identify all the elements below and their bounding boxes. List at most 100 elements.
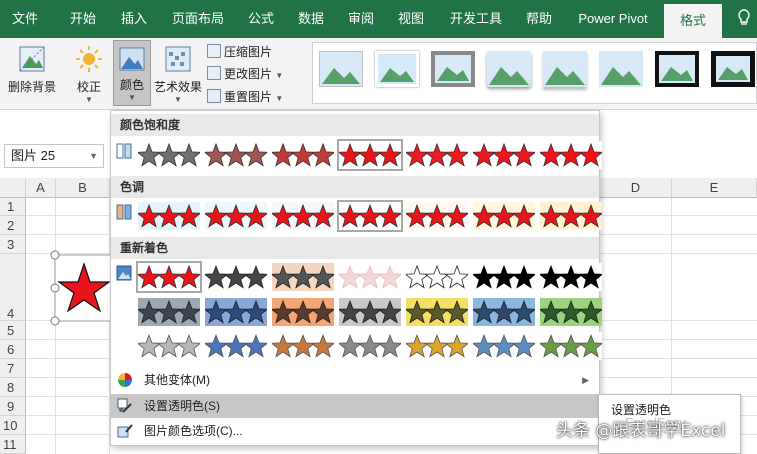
color-swatch[interactable] (473, 263, 535, 291)
color-swatch[interactable] (339, 298, 401, 326)
column-header[interactable]: E (672, 178, 757, 198)
color-button[interactable]: 颜色 ▼ (113, 40, 151, 106)
color-swatch[interactable] (205, 263, 267, 291)
color-swatch[interactable] (473, 298, 535, 326)
color-swatch[interactable] (540, 298, 602, 326)
tab-help[interactable]: 帮助 (518, 0, 560, 38)
row-header[interactable]: 7 (0, 359, 26, 378)
picture-styles-gallery (312, 42, 757, 104)
row-header[interactable]: 6 (0, 340, 26, 359)
color-swatch[interactable] (406, 332, 468, 360)
color-swatch[interactable] (406, 202, 468, 230)
name-box-value: 图片 25 (11, 148, 56, 163)
tab-developer[interactable]: 开发工具 (440, 0, 512, 38)
set-transparent-color-label: 设置透明色(S) (144, 399, 220, 413)
color-swatch[interactable] (473, 332, 535, 360)
column-header[interactable]: D (600, 178, 672, 198)
color-swatch[interactable] (473, 141, 535, 169)
color-swatch[interactable] (272, 332, 334, 360)
row-header[interactable]: 5 (0, 321, 26, 340)
picture-color-options-item[interactable]: 图片颜色选项(C)... (111, 419, 599, 443)
chevron-down-icon: ▼ (275, 94, 284, 103)
color-swatch[interactable] (138, 332, 200, 360)
row-header[interactable]: 11 (0, 435, 26, 454)
color-swatch[interactable] (337, 200, 403, 232)
ribbon-tab-bar: 文件 开始 插入 页面布局 公式 数据 审阅 视图 开发工具 帮助 Power … (0, 0, 757, 38)
picture-style-thumb[interactable] (487, 51, 531, 87)
artistic-effects-label: 艺术效果 (153, 80, 202, 94)
picture-style-thumb[interactable] (543, 51, 587, 87)
row-header[interactable]: 3 (0, 235, 26, 254)
color-swatch[interactable] (138, 298, 200, 326)
color-swatch[interactable] (406, 141, 468, 169)
reset-picture-button[interactable]: 重置图片 ▼ (207, 87, 283, 107)
color-swatch[interactable] (205, 298, 267, 326)
color-swatch[interactable] (540, 332, 602, 360)
color-swatch[interactable] (138, 202, 200, 230)
lightbulb-icon[interactable] (732, 0, 756, 38)
color-swatch[interactable] (138, 141, 200, 169)
tab-page-layout[interactable]: 页面布局 (164, 0, 232, 38)
color-swatch[interactable] (272, 263, 334, 291)
color-swatch[interactable] (339, 332, 401, 360)
color-swatch[interactable] (136, 261, 202, 293)
row-header[interactable]: 9 (0, 397, 26, 416)
picture-style-thumb[interactable] (711, 51, 755, 87)
picture-color-options-label: 图片颜色选项(C)... (144, 424, 243, 438)
row-header[interactable]: 4 (0, 254, 26, 321)
picture-style-thumb[interactable] (655, 51, 699, 87)
color-swatch[interactable] (540, 202, 602, 230)
tab-format[interactable]: 格式 (664, 4, 722, 38)
remove-background-icon (19, 46, 45, 72)
tab-file[interactable]: 文件 (0, 0, 50, 38)
tab-insert[interactable]: 插入 (112, 0, 156, 38)
color-label: 颜色 (119, 78, 144, 92)
color-swatch[interactable] (272, 141, 334, 169)
corrections-label: 校正 (76, 80, 101, 94)
more-variants-item[interactable]: 其他变体(M) ▶ (111, 368, 599, 392)
color-swatch[interactable] (337, 139, 403, 171)
tone-icon (116, 204, 132, 220)
color-swatch[interactable] (473, 202, 535, 230)
tab-review[interactable]: 审阅 (340, 0, 382, 38)
transparent-color-icon (117, 398, 132, 413)
color-swatch[interactable] (540, 263, 602, 291)
color-swatch[interactable] (272, 298, 334, 326)
ribbon-format: 删除背景 校正 ▼ 颜色 ▼ 艺术效果 ▼ 压缩图片 更改图片 ▼ 重置图片 ▼ (0, 38, 757, 110)
picture-style-thumb[interactable] (431, 51, 475, 87)
name-box[interactable]: 图片 25 ▼ (4, 144, 104, 168)
tab-data[interactable]: 数据 (290, 0, 332, 38)
row-header[interactable]: 8 (0, 378, 26, 397)
color-swatch[interactable] (205, 202, 267, 230)
picture-style-thumb[interactable] (319, 51, 363, 87)
tab-power-pivot[interactable]: Power Pivot (570, 0, 656, 38)
change-picture-label: 更改图片 (224, 67, 273, 81)
remove-background-button[interactable]: 删除背景 (2, 44, 62, 95)
tab-home[interactable]: 开始 (58, 0, 108, 38)
color-swatch[interactable] (339, 263, 401, 291)
color-swatch[interactable] (406, 263, 468, 291)
color-swatch[interactable] (540, 141, 602, 169)
column-header[interactable]: B (56, 178, 110, 198)
row-header[interactable]: 1 (0, 198, 26, 216)
color-swatch[interactable] (205, 141, 267, 169)
color-swatch[interactable] (272, 202, 334, 230)
row-header[interactable]: 10 (0, 416, 26, 435)
change-picture-icon (207, 66, 221, 80)
set-transparent-color-item[interactable]: 设置透明色(S) (111, 394, 599, 418)
row-header[interactable]: 2 (0, 216, 26, 235)
tab-formulas[interactable]: 公式 (240, 0, 282, 38)
picture-style-thumb[interactable] (375, 51, 419, 87)
change-picture-button[interactable]: 更改图片 ▼ (207, 64, 283, 84)
picture-style-thumb[interactable] (599, 51, 643, 87)
artistic-effects-button[interactable]: 艺术效果 ▼ (153, 44, 203, 104)
corrections-button[interactable]: 校正 ▼ (66, 44, 112, 104)
remove-background-label: 删除背景 (7, 80, 56, 94)
color-swatch[interactable] (406, 298, 468, 326)
color-swatch[interactable] (205, 332, 267, 360)
tab-view[interactable]: 视图 (390, 0, 432, 38)
chevron-down-icon: ▼ (89, 151, 98, 161)
compress-pictures-button[interactable]: 压缩图片 (207, 42, 272, 62)
select-all-corner[interactable] (0, 178, 26, 198)
column-header[interactable]: A (26, 178, 56, 198)
